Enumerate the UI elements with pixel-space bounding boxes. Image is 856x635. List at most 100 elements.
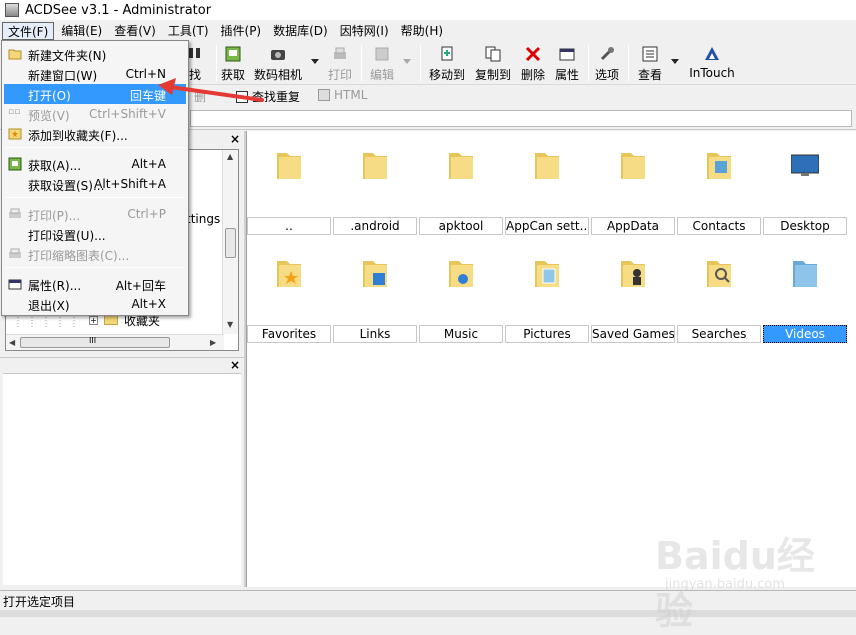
intouch-button[interactable]: InTouch [688, 43, 736, 83]
scroll-thumb[interactable] [225, 228, 236, 258]
new-folder-icon [8, 49, 22, 60]
menu-item-print-contact-sheet[interactable]: 打印缩略图表(C)... [4, 244, 186, 264]
options-button[interactable]: 选项 [594, 43, 620, 83]
file-item[interactable]: .android [333, 131, 417, 239]
searches-folder-icon [707, 261, 731, 287]
menu-bar: 文件(F) 编辑(E) 查看(V) 工具(T) 插件(P) 数据库(D) 因特网… [0, 20, 856, 41]
properties-button[interactable]: 属性 [554, 43, 580, 83]
edit-button[interactable]: 编辑 [368, 43, 396, 83]
scroll-right-icon[interactable]: ▶ [210, 338, 216, 347]
secondary-toolbar: 删 查找重复 HTML [188, 85, 856, 107]
file-item[interactable]: AppCan sett... [505, 131, 589, 239]
scroll-up-icon[interactable]: ▲ [227, 152, 233, 161]
menu-item-add-favorites[interactable]: 添加到收藏夹(F)... [4, 124, 186, 144]
toolbar-separator [628, 45, 629, 81]
file-item[interactable]: Music [419, 239, 503, 347]
folder-icon [449, 153, 473, 179]
folder-icon [277, 153, 301, 179]
view-list-icon [642, 46, 658, 62]
tree-horizontal-scrollbar[interactable]: ◀ III ▶ [6, 334, 224, 350]
menu-file[interactable]: 文件(F) [2, 21, 55, 40]
html-button[interactable]: HTML [318, 88, 367, 102]
file-item[interactable]: AppData [591, 131, 675, 239]
move-to-icon [441, 46, 453, 61]
tools-icon [600, 47, 614, 61]
links-folder-icon [363, 261, 387, 287]
menu-separator [6, 267, 184, 268]
move-to-button[interactable]: 移动到 [428, 43, 466, 83]
tree-vertical-scrollbar[interactable]: ▲ ▼ [222, 150, 238, 334]
folder-icon [535, 153, 559, 179]
delete-button[interactable]: 删除 [520, 43, 546, 83]
menu-item-print-setup[interactable]: 打印设置(U)... [4, 224, 186, 244]
toolbar-separator [588, 45, 589, 81]
menu-help[interactable]: 帮助(H) [396, 22, 448, 40]
menu-item-acquire-settings[interactable]: 获取设置(S)... Alt+Shift+A [4, 174, 186, 194]
camera-dropdown-icon[interactable] [311, 59, 319, 64]
menu-internet[interactable]: 因特网(I) [335, 22, 394, 40]
app-icon [5, 3, 19, 17]
menu-edit[interactable]: 编辑(E) [56, 22, 107, 40]
menu-view[interactable]: 查看(V) [109, 22, 161, 40]
edit-dropdown-icon[interactable] [403, 59, 411, 64]
delete-x-icon [525, 46, 541, 62]
acquire-icon [8, 157, 22, 171]
file-item[interactable]: apktool [419, 131, 503, 239]
file-item[interactable]: .. [247, 131, 331, 239]
view-button[interactable]: 查看 [636, 43, 664, 83]
toolbar-separator [361, 45, 362, 81]
menu-item-new-folder[interactable]: 新建文件夹(N) [4, 44, 186, 64]
file-list-pane[interactable]: .. .android apktool AppCan sett... AppDa… [246, 131, 856, 587]
desktop-icon [791, 154, 819, 176]
watermark: Baidu经验 jingyan.baidu.com [655, 534, 815, 633]
menu-item-acquire[interactable]: 获取(A)... Alt+A [4, 154, 186, 174]
saved-games-folder-icon [621, 261, 645, 287]
acquire-icon [225, 46, 241, 62]
tree-item-partial[interactable]: ttings [186, 212, 220, 226]
menu-plugins[interactable]: 插件(P) [216, 22, 267, 40]
menu-database[interactable]: 数据库(D) [268, 22, 333, 40]
file-item[interactable]: Saved Games [591, 239, 675, 347]
contact-sheet-icon [9, 248, 21, 258]
file-item[interactable]: Links [333, 239, 417, 347]
close-icon[interactable]: × [230, 359, 240, 371]
toolbar-separator [420, 45, 421, 81]
annotation-arrow-icon [158, 78, 264, 102]
file-item[interactable]: Searches [677, 239, 761, 347]
intouch-icon [705, 47, 719, 60]
properties-icon [8, 279, 22, 290]
camera-icon [271, 50, 285, 60]
file-item[interactable]: Contacts [677, 131, 761, 239]
menu-separator [6, 147, 184, 148]
scroll-left-icon[interactable]: ◀ [9, 338, 15, 347]
menu-tools[interactable]: 工具(T) [163, 22, 214, 40]
file-item[interactable]: Pictures [505, 239, 589, 347]
folder-icon [621, 153, 645, 179]
file-item[interactable]: Videos [763, 239, 847, 347]
print-button[interactable]: 打印 [326, 43, 354, 83]
window-title: ACDSee v3.1 - Administrator [25, 2, 212, 18]
menu-item-preview[interactable]: ▫▫ 预览(V) Ctrl+Shift+V [4, 104, 186, 124]
properties-icon [559, 48, 575, 61]
scroll-thumb[interactable]: III [20, 336, 170, 348]
html-icon [318, 89, 330, 101]
close-icon[interactable]: × [230, 133, 240, 145]
scroll-down-icon[interactable]: ▼ [227, 320, 233, 329]
menu-separator [6, 197, 184, 198]
expand-icon[interactable]: + [89, 316, 98, 325]
view-dropdown-icon[interactable] [671, 59, 679, 64]
menu-item-print[interactable]: 打印(P)... Ctrl+P [4, 204, 186, 224]
address-input[interactable] [190, 110, 852, 127]
menu-item-exit[interactable]: 退出(X) Alt+X [4, 294, 186, 314]
menu-item-properties[interactable]: 属性(R)... Alt+回车 [4, 274, 186, 294]
music-folder-icon [449, 261, 473, 287]
edit-icon [375, 47, 389, 61]
preview-pane [3, 373, 241, 585]
favorites-icon [8, 128, 22, 140]
copy-to-icon [485, 46, 501, 62]
file-item[interactable]: Favorites [247, 239, 331, 347]
main-toolbar: 找 获取 数码相机 打印 编辑 移动到 复制到 删除 属性 选项 查看 InTo… [188, 41, 856, 85]
contacts-folder-icon [707, 153, 731, 179]
copy-to-button[interactable]: 复制到 [474, 43, 512, 83]
file-item[interactable]: Desktop [763, 131, 847, 239]
